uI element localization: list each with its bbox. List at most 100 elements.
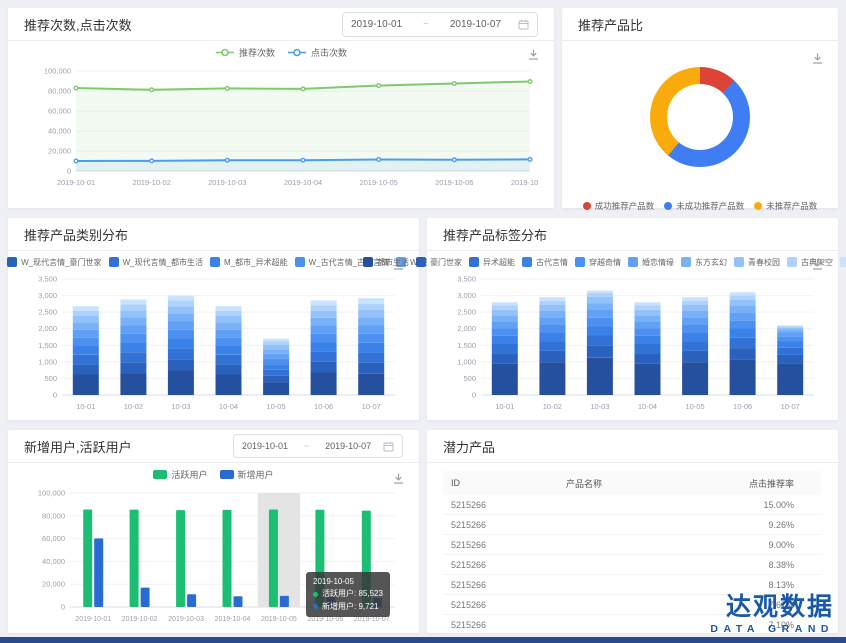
legend-item[interactable]: W_现代言情_都市生活 bbox=[109, 257, 203, 268]
legend-item[interactable]: 恩怨情仇 bbox=[840, 257, 846, 268]
svg-text:10-01: 10-01 bbox=[76, 402, 95, 411]
legend-item[interactable]: 古代言情 bbox=[522, 257, 568, 268]
panel-title: 新增用户,活跃用户 bbox=[24, 437, 132, 456]
svg-text:3,500: 3,500 bbox=[38, 275, 57, 284]
legend-item[interactable]: 穿越奇情 bbox=[575, 257, 621, 268]
range-separator: ~ bbox=[419, 19, 433, 30]
svg-text:10-05: 10-05 bbox=[685, 402, 704, 411]
svg-text:10-03: 10-03 bbox=[171, 402, 190, 411]
tooltip-row: 新增用户: 9,721 bbox=[313, 601, 383, 613]
legend-item[interactable]: 婚恋情缘 bbox=[628, 257, 674, 268]
table-cell: 8.13% bbox=[672, 580, 822, 590]
start-date-input[interactable]: 2019-10-01 bbox=[242, 441, 288, 451]
svg-text:10-04: 10-04 bbox=[638, 402, 657, 411]
legend-label: 成功推荐产品数 bbox=[595, 200, 655, 212]
download-icon[interactable] bbox=[811, 52, 824, 65]
donut-panel: 推荐产品比 成功推荐产品数未成功推荐产品数未推荐产品数 bbox=[562, 8, 838, 208]
calendar-icon[interactable] bbox=[518, 19, 529, 30]
legend-label: W_现代言情_豪门世家 bbox=[21, 257, 101, 268]
svg-text:2019-10-06: 2019-10-06 bbox=[307, 616, 343, 623]
panel-title: 推荐产品比 bbox=[578, 15, 643, 34]
table-cell: 9.00% bbox=[672, 540, 822, 550]
logo-text-cn: 达观数据 bbox=[710, 594, 834, 622]
end-date-input[interactable]: 2019-10-07 bbox=[450, 19, 501, 30]
bar-series-marker bbox=[416, 257, 426, 267]
download-icon[interactable] bbox=[527, 48, 540, 61]
legend-item[interactable]: M_都市_异术超能 bbox=[210, 257, 288, 268]
legend-item[interactable]: 新增用户 bbox=[220, 468, 274, 481]
tags-chart[interactable]: 05001,0001,5002,0002,5003,0003,50010-011… bbox=[427, 273, 838, 424]
bar-series-marker bbox=[295, 257, 305, 267]
svg-text:2019-10-03: 2019-10-03 bbox=[168, 616, 204, 623]
panel-title: 推荐产品标签分布 bbox=[443, 225, 547, 244]
legend-label: 豪门世家 bbox=[430, 257, 462, 268]
donut-chart[interactable] bbox=[650, 67, 750, 167]
download-icon[interactable] bbox=[811, 258, 824, 271]
legend-item[interactable]: 未推荐产品数 bbox=[754, 200, 817, 212]
bar-series-marker bbox=[734, 257, 744, 267]
legend-item[interactable]: 豪门世家 bbox=[416, 257, 462, 268]
svg-text:3,000: 3,000 bbox=[38, 291, 57, 300]
svg-text:2019-10-05: 2019-10-05 bbox=[261, 616, 297, 623]
legend-item[interactable]: 古典架空 bbox=[787, 257, 833, 268]
legend-label: 推荐次数 bbox=[239, 46, 275, 59]
svg-text:0: 0 bbox=[61, 603, 65, 612]
legend-item[interactable]: 活跃用户 bbox=[153, 468, 207, 481]
svg-text:2,000: 2,000 bbox=[457, 324, 476, 333]
svg-text:60,000: 60,000 bbox=[48, 107, 71, 116]
svg-text:2019-10-05: 2019-10-05 bbox=[359, 178, 397, 187]
end-date-input[interactable]: 2019-10-07 bbox=[325, 441, 371, 451]
svg-text:3,500: 3,500 bbox=[457, 275, 476, 284]
trend-chart[interactable]: 020,00040,00060,00080,000100,0002019-10-… bbox=[8, 63, 554, 204]
svg-text:0: 0 bbox=[67, 167, 71, 176]
category-chart[interactable]: 05001,0001,5002,0002,5003,0003,50010-011… bbox=[8, 273, 419, 424]
bar-series-marker bbox=[522, 257, 532, 267]
legend-item[interactable]: 都市生活 bbox=[363, 257, 409, 268]
svg-text:3,000: 3,000 bbox=[457, 291, 476, 300]
svg-text:10-07: 10-07 bbox=[362, 402, 381, 411]
svg-text:0: 0 bbox=[472, 391, 476, 400]
category-panel: 推荐产品类别分布 M_都市_都市生活W_现代言情_豪门世家W_现代言情_都市生活… bbox=[8, 218, 419, 420]
bar-series-marker bbox=[7, 257, 17, 267]
table-cell: 5215266 bbox=[443, 560, 558, 570]
date-range-picker[interactable]: 2019-10-01 ~ 2019-10-07 bbox=[342, 12, 538, 37]
legend-label: 新增用户 bbox=[238, 468, 274, 481]
svg-text:40,000: 40,000 bbox=[48, 127, 71, 136]
donut-legend: 成功推荐产品数 未成功推荐产品数未推荐产品数 bbox=[562, 195, 838, 217]
svg-text:1,000: 1,000 bbox=[38, 357, 57, 366]
svg-text:2019-10-01: 2019-10-01 bbox=[57, 178, 95, 187]
table-cell: 8.38% bbox=[672, 560, 822, 570]
svg-text:10-06: 10-06 bbox=[733, 402, 752, 411]
table-header-row: ID产品名称点击推荐率 bbox=[443, 471, 822, 495]
legend-label: 古代言情 bbox=[536, 257, 568, 268]
dashboard-page: { "page": { "background": "#eef0f5", "fo… bbox=[0, 0, 846, 643]
potential-panel-header: 潜力产品 bbox=[427, 430, 838, 463]
legend-item[interactable]: 青春校园 bbox=[734, 257, 780, 268]
tags-panel-header: 推荐产品标签分布 bbox=[427, 218, 838, 251]
legend-item[interactable]: 推荐次数 bbox=[215, 46, 275, 59]
svg-text:10-04: 10-04 bbox=[219, 402, 238, 411]
legend-item[interactable]: 未成功推荐产品数 bbox=[664, 200, 744, 212]
date-range-picker[interactable]: 2019-10-01 ~ 2019-10-07 bbox=[233, 434, 403, 458]
bar-series-marker bbox=[109, 257, 119, 267]
start-date-input[interactable]: 2019-10-01 bbox=[351, 19, 402, 30]
legend-item[interactable]: 异术超能 bbox=[469, 257, 515, 268]
legend-item[interactable]: W_现代言情_豪门世家 bbox=[7, 257, 101, 268]
legend-label: 点击次数 bbox=[311, 46, 347, 59]
svg-text:20,000: 20,000 bbox=[42, 580, 65, 589]
legend-label: 活跃用户 bbox=[171, 468, 207, 481]
svg-text:80,000: 80,000 bbox=[48, 87, 71, 96]
table-row: 52152669.00% bbox=[443, 535, 822, 555]
legend-label: W_现代言情_都市生活 bbox=[123, 257, 203, 268]
legend-item[interactable]: 成功推荐产品数 bbox=[583, 200, 655, 212]
line-series-marker bbox=[287, 48, 307, 57]
svg-text:10-06: 10-06 bbox=[314, 402, 333, 411]
download-icon[interactable] bbox=[392, 472, 405, 485]
legend-item[interactable]: 点击次数 bbox=[287, 46, 347, 59]
tooltip-row: 活跃用户: 85,523 bbox=[313, 588, 383, 600]
trend-panel-header: 推荐次数,点击次数 2019-10-01 ~ 2019-10-07 bbox=[8, 8, 554, 41]
legend-label: 未成功推荐产品数 bbox=[676, 200, 744, 212]
calendar-icon[interactable] bbox=[383, 441, 394, 452]
legend-item[interactable]: 东方玄幻 bbox=[681, 257, 727, 268]
svg-text:2019-10-02: 2019-10-02 bbox=[132, 178, 170, 187]
